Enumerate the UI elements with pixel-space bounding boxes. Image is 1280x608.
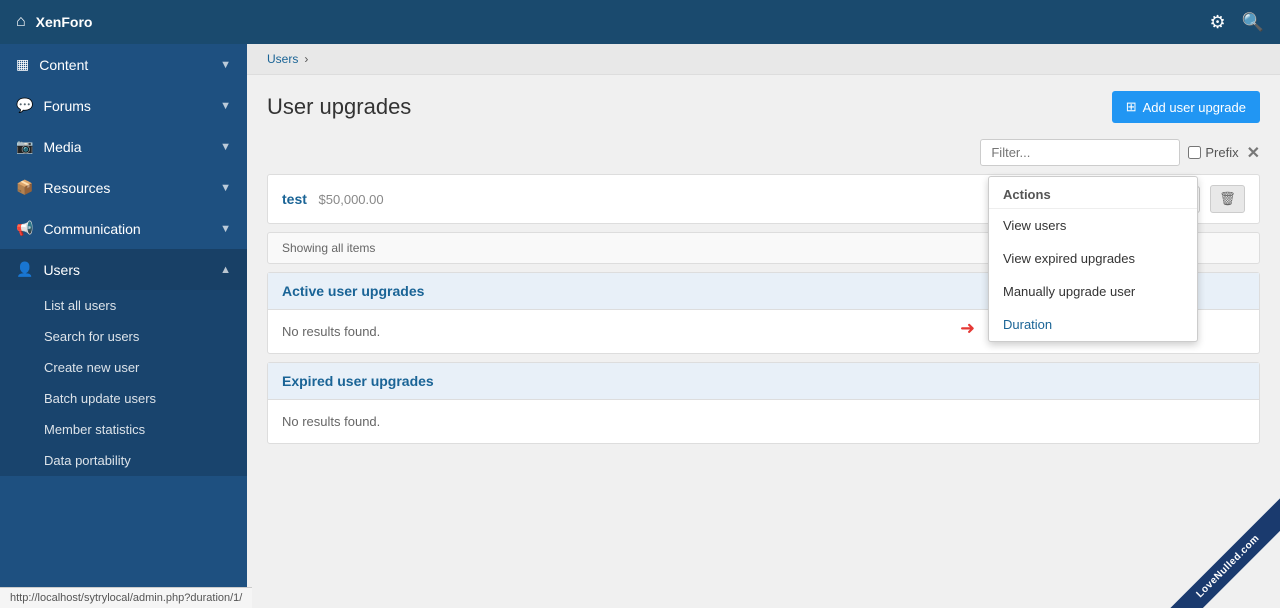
- sidebar-label-forums: Forums: [43, 98, 90, 114]
- page-header: User upgrades ⊞ Add user upgrade: [247, 75, 1280, 139]
- users-submenu: List all users Search for users Create n…: [0, 290, 247, 476]
- chevron-down-icon: ▼: [220, 100, 231, 112]
- expired-upgrades-header: Expired user upgrades: [268, 363, 1259, 400]
- sidebar-item-content[interactable]: ▦ Content ▼: [0, 44, 247, 85]
- page-title: User upgrades: [267, 94, 411, 120]
- top-navigation: ⌂ XenForo ⚙ 🔍: [0, 0, 1280, 44]
- actions-dropdown-menu: Actions View users View expired upgrades…: [988, 176, 1198, 342]
- app-name: XenForo: [36, 14, 93, 30]
- active-no-results: No results found.: [282, 324, 380, 339]
- action-manually-upgrade-user[interactable]: Manually upgrade user: [989, 275, 1197, 308]
- prefix-label: Prefix: [1205, 145, 1238, 160]
- showing-all-label: Showing all items: [282, 241, 375, 255]
- action-duration[interactable]: Duration: [989, 308, 1197, 341]
- sidebar-label-content: Content: [39, 57, 88, 73]
- search-icon[interactable]: 🔍: [1242, 12, 1264, 33]
- filter-bar: Prefix ✕: [247, 139, 1280, 174]
- trash-icon: 🗑: [1219, 191, 1236, 206]
- sidebar-label-media: Media: [43, 139, 81, 155]
- expired-upgrades-title: Expired user upgrades: [282, 373, 434, 389]
- chevron-down-icon: ▼: [220, 59, 231, 71]
- sidebar-label-users: Users: [43, 262, 80, 278]
- sidebar: ▦ Content ▼ 💬 Forums ▼ 📷 Media ▼ 📦 Resou…: [0, 44, 247, 608]
- upgrade-item-info: test $50,000.00: [282, 191, 384, 207]
- nav-right: ⚙ 🔍: [1209, 12, 1264, 33]
- filter-close-button[interactable]: ✕: [1247, 143, 1260, 163]
- submenu-search-for-users[interactable]: Search for users: [0, 321, 247, 352]
- sidebar-item-communication[interactable]: 📢 Communication ▼: [0, 208, 247, 249]
- action-view-users[interactable]: View users: [989, 209, 1197, 242]
- plus-icon: ⊞: [1126, 99, 1137, 115]
- communication-icon: 📢: [16, 220, 33, 237]
- sidebar-label-resources: Resources: [43, 180, 110, 196]
- chevron-down-icon: ▼: [220, 223, 231, 235]
- submenu-list-all-users[interactable]: List all users: [0, 290, 247, 321]
- prefix-checkbox[interactable]: [1188, 146, 1201, 159]
- actions-menu-title: Actions: [989, 177, 1197, 209]
- chevron-up-icon: ▲: [220, 264, 231, 276]
- submenu-create-new-user[interactable]: Create new user: [0, 352, 247, 383]
- expired-upgrades-section: Expired user upgrades No results found.: [267, 362, 1260, 444]
- settings-icon[interactable]: ⚙: [1209, 12, 1225, 33]
- nav-left: ⌂ XenForo: [16, 13, 92, 31]
- upgrade-name[interactable]: test: [282, 191, 307, 207]
- content-icon: ▦: [16, 56, 29, 73]
- expired-no-results: No results found.: [282, 414, 380, 429]
- resources-icon: 📦: [16, 179, 33, 196]
- add-user-upgrade-button[interactable]: ⊞ Add user upgrade: [1112, 91, 1260, 123]
- filter-input[interactable]: [980, 139, 1180, 166]
- chevron-down-icon: ▼: [220, 141, 231, 153]
- delete-button[interactable]: 🗑: [1210, 185, 1245, 213]
- filter-prefix-group: Prefix: [1188, 145, 1238, 160]
- chevron-down-icon: ▼: [220, 182, 231, 194]
- active-upgrades-title: Active user upgrades: [282, 283, 424, 299]
- submenu-data-portability[interactable]: Data portability: [0, 445, 247, 476]
- forums-icon: 💬: [16, 97, 33, 114]
- url-status: http://localhost/sytrylocal/admin.php?du…: [10, 592, 242, 604]
- submenu-member-statistics[interactable]: Member statistics: [0, 414, 247, 445]
- breadcrumb-separator: ›: [304, 52, 308, 66]
- expired-upgrades-body: No results found.: [268, 400, 1259, 443]
- breadcrumb-users-link[interactable]: Users: [267, 52, 298, 66]
- sidebar-label-communication: Communication: [43, 221, 140, 237]
- submenu-batch-update-users[interactable]: Batch update users: [0, 383, 247, 414]
- sidebar-item-media[interactable]: 📷 Media ▼: [0, 126, 247, 167]
- users-icon: 👤: [16, 261, 33, 278]
- breadcrumb: Users ›: [247, 44, 1280, 75]
- sidebar-item-forums[interactable]: 💬 Forums ▼: [0, 85, 247, 126]
- home-icon[interactable]: ⌂: [16, 13, 26, 31]
- status-bottom-bar: http://localhost/sytrylocal/admin.php?du…: [0, 587, 252, 608]
- upgrade-price: $50,000.00: [319, 192, 384, 207]
- action-view-expired-upgrades[interactable]: View expired upgrades: [989, 242, 1197, 275]
- sidebar-item-users[interactable]: 👤 Users ▲: [0, 249, 247, 290]
- media-icon: 📷: [16, 138, 33, 155]
- sidebar-item-resources[interactable]: 📦 Resources ▼: [0, 167, 247, 208]
